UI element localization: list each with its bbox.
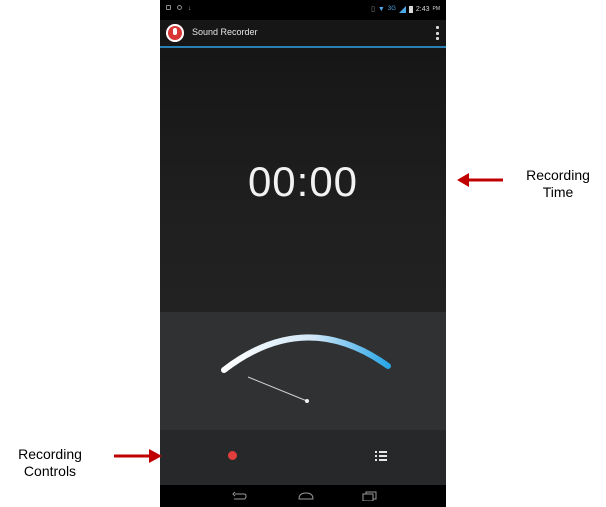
recording-controls-label-line1: Recording (18, 446, 82, 462)
overflow-menu-icon[interactable] (436, 26, 439, 40)
microphone-icon[interactable] (166, 24, 184, 42)
overflow-dot (436, 37, 439, 40)
level-meter-panel (160, 312, 446, 430)
status-ampm: PM (432, 6, 441, 12)
notification-icon (177, 5, 182, 10)
meter-needle (247, 376, 308, 402)
app-title: Sound Recorder (192, 27, 258, 37)
status-bar: ↓ ▯ ▼ 3G 2:43 PM (160, 0, 446, 20)
meter-arc (221, 334, 391, 373)
overflow-dot (436, 31, 439, 35)
status-indicators: ▯ ▼ 3G 2:43 PM (371, 5, 440, 13)
recording-time-label-line2: Time (542, 184, 574, 200)
battery-icon (408, 5, 413, 13)
status-time: 2:43 (415, 5, 430, 13)
download-icon: ↓ (188, 5, 192, 12)
vibrate-icon: ▯ (371, 6, 375, 13)
overflow-dot (436, 26, 439, 29)
recording-controls-label-line2: Controls (23, 463, 77, 479)
list-row (375, 459, 387, 461)
recording-time-label-line1: Recording (526, 167, 590, 183)
notification-icon (166, 5, 171, 10)
recording-timer: 00:00 (247, 158, 359, 205)
meter-pivot (305, 399, 309, 403)
timer-panel: 00:00 (160, 48, 446, 312)
arrow-to-controls (114, 449, 162, 463)
back-icon[interactable] (232, 491, 248, 501)
recording-controls (160, 430, 446, 485)
recents-icon[interactable] (362, 491, 378, 501)
list-row (375, 455, 387, 457)
network-type: 3G (387, 6, 396, 12)
list-icon[interactable] (375, 451, 387, 461)
level-meter (221, 334, 391, 403)
mic-glyph (173, 28, 177, 35)
navigation-bar (160, 485, 446, 507)
arrow-to-time (457, 173, 503, 187)
status-notifications: ↓ (166, 5, 192, 12)
phone-screen: ↓ ▯ ▼ 3G 2:43 PM Sound Recorder 00:00 (160, 0, 446, 507)
action-bar: Sound Recorder (160, 20, 446, 48)
recording-time-label: Recording Time (510, 167, 606, 201)
record-icon[interactable] (228, 451, 237, 460)
signal-icon (398, 5, 406, 13)
list-row (375, 451, 387, 453)
wifi-icon: ▼ (377, 5, 385, 13)
recording-controls-label: Recording Controls (0, 446, 100, 480)
home-icon[interactable] (297, 491, 315, 501)
